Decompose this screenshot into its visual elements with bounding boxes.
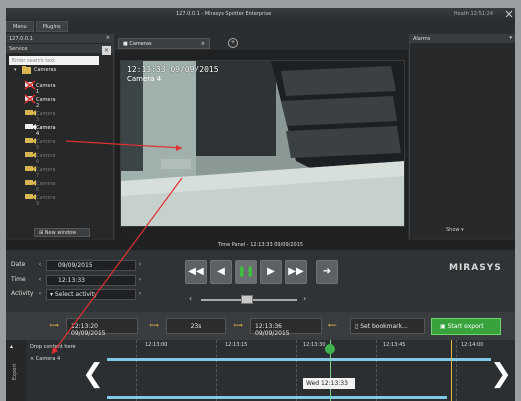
- annotation-arrowhead: [176, 145, 182, 151]
- annotation-line-timeline: [51, 177, 183, 355]
- annotation-lines: [51, 140, 183, 355]
- annotation-line-camera: [65, 140, 183, 149]
- app-window: 127.0.0.1 - Mirasys Spotter Enterprise H…: [6, 8, 515, 401]
